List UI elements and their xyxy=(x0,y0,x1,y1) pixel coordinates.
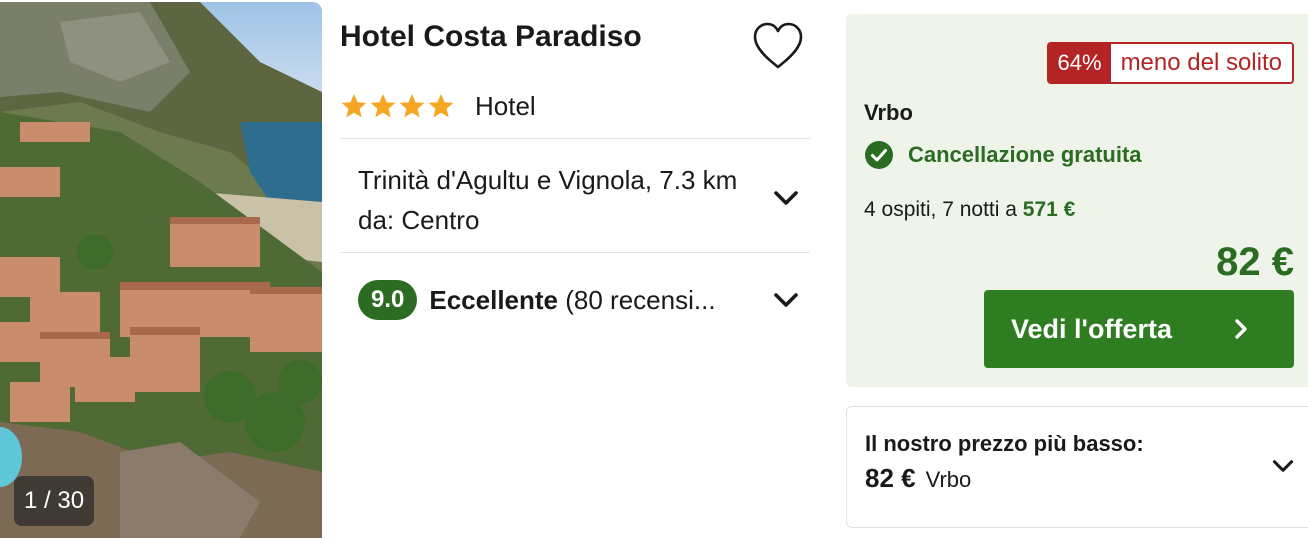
divider xyxy=(340,138,810,139)
hotel-photo[interactable]: 1 / 30 xyxy=(0,2,322,538)
review-score-badge: 9.0 xyxy=(358,280,418,320)
discount-percent: 64% xyxy=(1048,44,1111,82)
offer-card: 64% meno del solito Vrbo Cancellazione g… xyxy=(846,14,1308,387)
property-type: Hotel xyxy=(475,90,536,121)
lowest-price-label: Il nostro prezzo più basso: xyxy=(865,431,1144,456)
rating-row: Hotel xyxy=(340,88,536,124)
favorite-button[interactable] xyxy=(750,20,806,72)
chevron-right-icon xyxy=(1235,319,1247,339)
rating-word: Eccellente xyxy=(429,284,559,315)
stay-summary: 4 ospiti, 7 notti a 571 € xyxy=(864,198,1075,222)
lowest-price: 82 € xyxy=(865,463,916,493)
hotel-name[interactable]: Hotel Costa Paradiso xyxy=(340,20,642,54)
stay-total: 571 € xyxy=(1022,198,1076,221)
check-circle-icon xyxy=(865,141,893,169)
star-icon xyxy=(341,94,367,118)
star-rating xyxy=(340,92,455,120)
heart-icon xyxy=(753,22,803,69)
lowest-price-card[interactable]: Il nostro prezzo più basso: 82 € Vrbo xyxy=(846,406,1308,528)
stay-details: 4 ospiti, 7 notti a xyxy=(864,198,1023,221)
lowest-price-provider: Vrbo xyxy=(925,467,972,492)
cancellation-label: Cancellazione gratuita xyxy=(908,142,1142,167)
chevron-down-icon xyxy=(774,191,798,205)
star-icon xyxy=(428,94,454,118)
lowest-price-row: 82 € Vrbo xyxy=(865,463,971,494)
hotel-image xyxy=(0,2,322,538)
star-icon xyxy=(370,94,396,118)
view-offer-label: Vedi l'offerta xyxy=(1011,314,1172,344)
reviews-row[interactable]: 9.0 Eccellente (80 recensi... xyxy=(358,278,810,322)
reviews-count: (80 recensi... xyxy=(565,284,716,315)
divider xyxy=(340,252,810,253)
location-text: Trinità d'Agultu e Vignola, 7.3 km da: C… xyxy=(358,165,738,235)
review-summary: Eccellente (80 recensi... xyxy=(429,285,759,316)
view-offer-button[interactable]: Vedi l'offerta xyxy=(984,290,1294,368)
photo-counter: 1 / 30 xyxy=(14,476,95,526)
discount-text: meno del solito xyxy=(1110,44,1292,82)
chevron-down-icon xyxy=(1272,460,1294,472)
nightly-price: 82 € xyxy=(1216,240,1294,284)
star-icon xyxy=(399,94,425,118)
location-row[interactable]: Trinità d'Agultu e Vignola, 7.3 km da: C… xyxy=(358,160,810,240)
free-cancellation: Cancellazione gratuita xyxy=(864,140,1142,170)
chevron-down-icon xyxy=(774,293,798,307)
offer-provider: Vrbo xyxy=(864,100,913,125)
discount-badge: 64% meno del solito xyxy=(1046,42,1294,84)
